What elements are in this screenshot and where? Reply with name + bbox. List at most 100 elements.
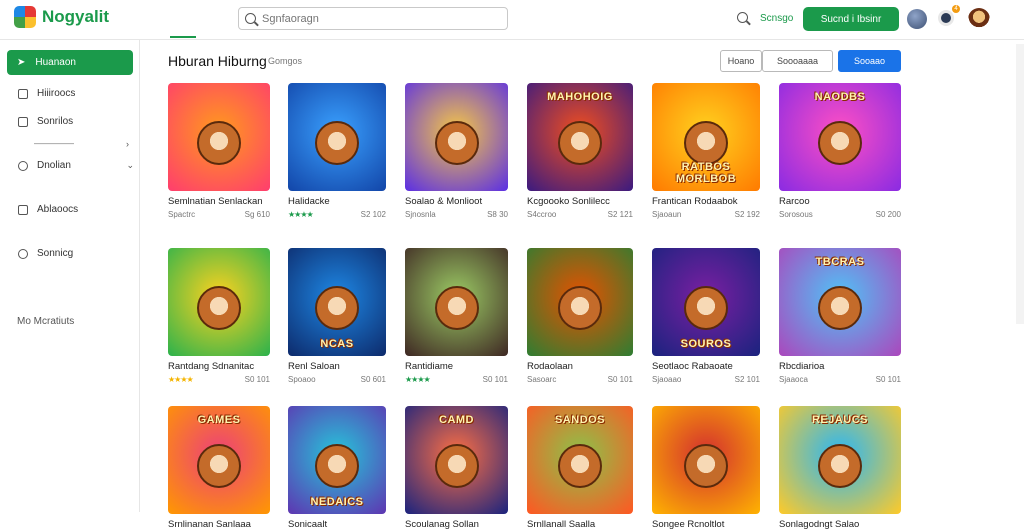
game-card[interactable]: SOUROS Seotlaoc Rabaoate Sjaoaao S2 101	[652, 248, 760, 384]
game-thumbnail[interactable]: NCAS	[288, 248, 386, 356]
game-title[interactable]: Sonicaalt	[288, 519, 386, 530]
game-title[interactable]: Halidacke	[288, 196, 386, 207]
game-card[interactable]: NEDAICS Sonicaalt	[288, 406, 386, 530]
game-thumbnail[interactable]: SANDOS	[527, 406, 633, 514]
game-card[interactable]: Semlnatian Senlackan Spactrc Sg 610	[168, 83, 270, 219]
logo-icon	[14, 6, 36, 28]
game-title[interactable]: Songee Rcnoltlot	[652, 519, 760, 530]
filter-chip-1[interactable]: Hoano	[720, 50, 762, 72]
game-thumbnail[interactable]: RATBOS MORLBOB	[652, 83, 760, 191]
game-rating: Sorosous	[779, 210, 813, 219]
game-count: S2 121	[607, 210, 633, 219]
clock-icon	[18, 248, 28, 259]
search-icon[interactable]	[737, 12, 748, 23]
tab-indicator	[170, 36, 196, 38]
cannon-icon	[434, 121, 479, 165]
game-thumbnail[interactable]	[168, 248, 270, 356]
game-card[interactable]: Soalao & Monlioot Sjnosnla S8 30	[405, 83, 508, 219]
game-thumbnail[interactable]: NAODBS	[779, 83, 901, 191]
game-title[interactable]: Scoulanag Sollan	[405, 519, 508, 530]
game-title[interactable]: Rbcdiarioa	[779, 361, 901, 372]
profile-avatar[interactable]	[907, 9, 927, 29]
game-card[interactable]: Halidacke ★★★★ S2 102	[288, 83, 386, 219]
sidebar-item-label: Hiiiroocs	[37, 88, 76, 99]
game-thumbnail[interactable]	[168, 83, 270, 191]
game-banner-text: NEDAICS	[310, 496, 364, 508]
game-title[interactable]: Rodaolaan	[527, 361, 633, 372]
game-card[interactable]: MAHOHOIG Kcgoooko Sonlilecc S4ccroo S2 121	[527, 83, 633, 219]
team-icon	[818, 444, 862, 488]
game-card[interactable]: TBCRAS Rbcdiarioa Sjaaoca S0 101	[779, 248, 901, 384]
game-thumbnail[interactable]	[652, 406, 760, 514]
game-thumbnail[interactable]: CAMD	[405, 406, 508, 514]
game-card[interactable]: Songee Rcnoltlot	[652, 406, 760, 530]
sidebar-item-active[interactable]: ➤ Huanaon	[7, 50, 133, 75]
game-card[interactable]: NAODBS Rarcoo Sorosous S0 200	[779, 83, 901, 219]
search-input[interactable]	[262, 12, 482, 25]
notification-avatar[interactable]	[938, 10, 954, 26]
game-thumbnail[interactable]: GAMES	[168, 406, 270, 514]
game-card[interactable]: REJAUCS Sonlagodngt Salao	[779, 406, 901, 530]
game-meta: ★★★★ S2 102	[288, 210, 386, 219]
game-title[interactable]: Rantidiame	[405, 361, 508, 372]
game-thumbnail[interactable]: TBCRAS	[779, 248, 901, 356]
game-title[interactable]: Renl Saloan	[288, 361, 386, 372]
game-banner-text: REJAUCS	[811, 414, 869, 426]
game-count: S0 101	[244, 375, 270, 384]
game-rating: S4ccroo	[527, 210, 557, 219]
game-meta: S4ccroo S2 121	[527, 210, 633, 219]
user-avatar[interactable]	[968, 8, 990, 30]
game-card[interactable]: SANDOS Srnllanall Saalla	[527, 406, 633, 530]
game-banner-text: SANDOS	[554, 414, 606, 426]
game-card[interactable]: NCAS Renl Saloan Spoaoo S0 601	[288, 248, 386, 384]
top-link[interactable]: Scnsgo	[760, 13, 793, 24]
game-title[interactable]: Seotlaoc Rabaoate	[652, 361, 760, 372]
game-meta: Sjaoaao S2 101	[652, 375, 760, 384]
game-card[interactable]: RATBOS MORLBOB Frantican Rodaabok Sjaoaun S…	[652, 83, 760, 219]
sidebar-item-1[interactable]: Hiiiroocs	[18, 88, 75, 99]
game-card[interactable]: CAMD Scoulanag Sollan	[405, 406, 508, 530]
scrollbar[interactable]	[1016, 44, 1024, 324]
game-card[interactable]: Rodaolaan Sasoarc S0 101	[527, 248, 633, 384]
game-banner-text: GAMES	[197, 414, 241, 426]
main-content: Hburan Hiburng Gomgos Hoano Soooaaaa Soo…	[140, 40, 1024, 530]
sidebar-item-3[interactable]: Dnolian ⌄	[18, 160, 134, 171]
sidebar-item-5[interactable]: Sonnicg	[18, 248, 73, 259]
hero-character-icon	[558, 121, 602, 165]
game-thumbnail[interactable]	[288, 83, 386, 191]
game-meta: Sjnosnla S8 30	[405, 210, 508, 219]
game-card[interactable]: Rantidiame ★★★★ S0 101	[405, 248, 508, 384]
game-title[interactable]: Frantican Rodaabok	[652, 196, 760, 207]
game-thumbnail[interactable]	[405, 83, 508, 191]
game-title[interactable]: Srnlinanan Sanlaaa	[168, 519, 270, 530]
game-title[interactable]: Soalao & Monlioot	[405, 196, 508, 207]
game-title[interactable]: Semlnatian Senlackan	[168, 196, 270, 207]
game-title[interactable]: Kcgoooko Sonlilecc	[527, 196, 633, 207]
game-rating: ★★★★	[405, 375, 431, 384]
game-thumbnail[interactable]: NEDAICS	[288, 406, 386, 514]
game-title[interactable]: Rarcoo	[779, 196, 901, 207]
game-thumbnail[interactable]	[527, 248, 633, 356]
rocket-icon: ➤	[17, 57, 26, 68]
sidebar-item-2[interactable]: Sonrilos	[18, 116, 73, 127]
search-box[interactable]	[238, 7, 508, 30]
sidebar-subitem[interactable]: ————— ›	[34, 139, 129, 149]
sidebar-footer[interactable]: Mo Mcratiuts	[17, 316, 74, 327]
game-meta: Sasoarc S0 101	[527, 375, 633, 384]
game-title[interactable]: Rantdang Sdnanitac	[168, 361, 270, 372]
mascot-icon	[434, 444, 479, 488]
game-title[interactable]: Srnllanall Saalla	[527, 519, 633, 530]
game-card[interactable]: Rantdang Sdnanitac ★★★★ S0 101	[168, 248, 270, 384]
sidebar-item-4[interactable]: Ablaoocs	[18, 204, 78, 215]
filter-chip-primary[interactable]: Sooaao	[838, 50, 901, 72]
game-thumbnail[interactable]	[405, 248, 508, 356]
game-thumbnail[interactable]: MAHOHOIG	[527, 83, 633, 191]
game-title[interactable]: Sonlagodngt Salao	[779, 519, 901, 530]
app-logo[interactable]: Nogyalit	[14, 6, 109, 28]
bear-tablet-icon	[684, 121, 728, 165]
game-thumbnail[interactable]: REJAUCS	[779, 406, 901, 514]
game-thumbnail[interactable]: SOUROS	[652, 248, 760, 356]
game-card[interactable]: GAMES Srnlinanan Sanlaaa	[168, 406, 270, 530]
filter-chip-2[interactable]: Soooaaaa	[762, 50, 833, 72]
primary-action-button[interactable]: Sucnd i Ibsinr	[803, 7, 899, 31]
